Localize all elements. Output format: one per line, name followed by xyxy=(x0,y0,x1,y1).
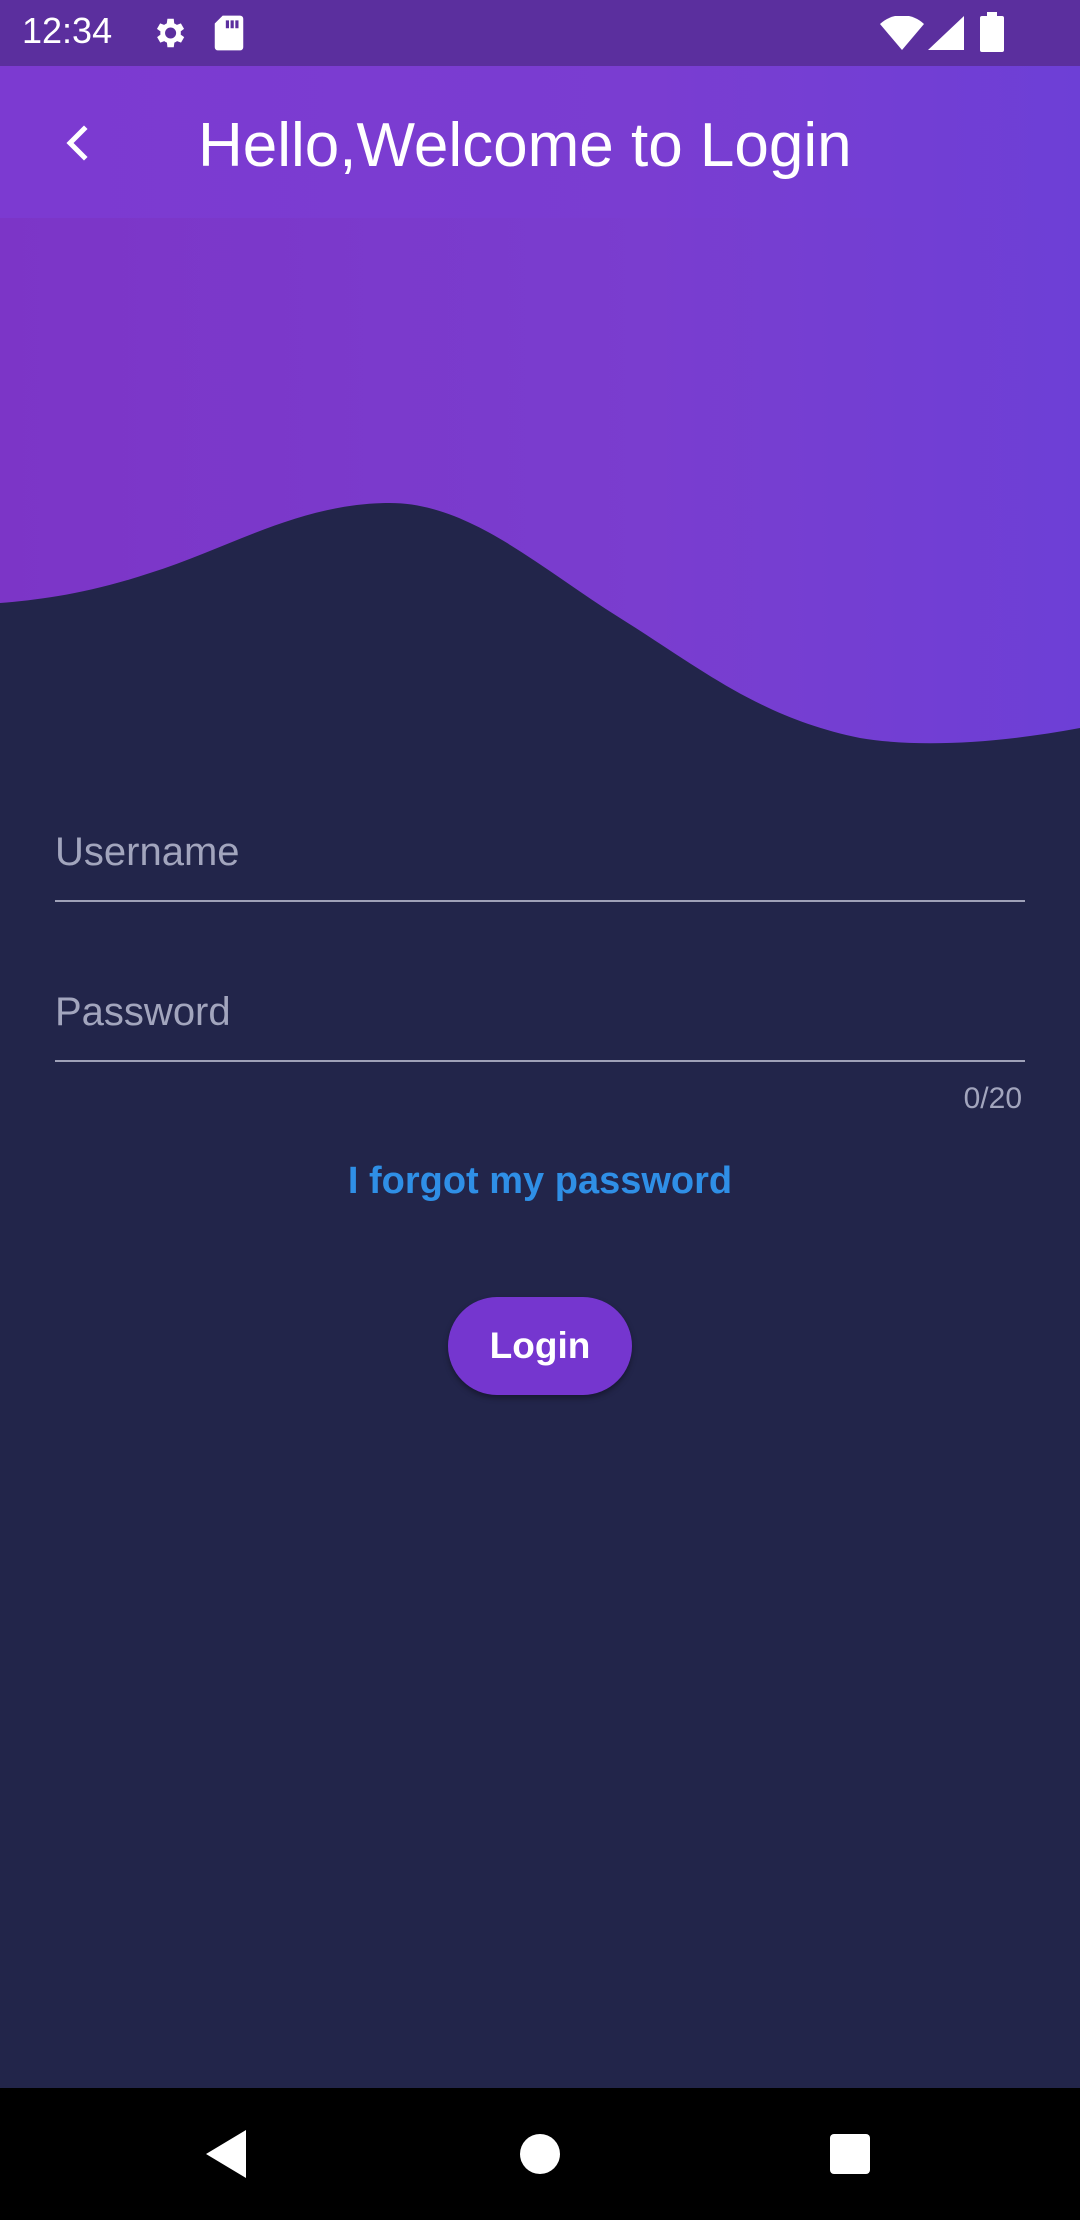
recents-square-icon xyxy=(818,2134,882,2190)
home-circle-icon xyxy=(508,2134,572,2190)
nav-back-button[interactable] xyxy=(196,2122,260,2186)
status-time: 12:34 xyxy=(22,10,113,51)
wifi-icon xyxy=(880,15,924,55)
settings-icon xyxy=(150,14,188,57)
forgot-password-link[interactable]: I forgot my password xyxy=(0,1160,1080,1203)
app-bar: Hello,Welcome to Login xyxy=(0,66,1080,218)
password-field[interactable] xyxy=(55,950,1025,1062)
status-bar: 12:34 xyxy=(0,0,1080,66)
nav-recents-button[interactable] xyxy=(818,2122,882,2186)
password-char-counter: 0/20 xyxy=(963,1082,1022,1115)
username-field[interactable] xyxy=(55,790,1025,902)
battery-icon xyxy=(980,12,1004,57)
sd-card-icon xyxy=(212,14,246,57)
login-button[interactable]: Login xyxy=(448,1297,632,1395)
nav-home-button[interactable] xyxy=(508,2122,572,2186)
navigation-bar xyxy=(0,2088,1080,2220)
password-input[interactable] xyxy=(55,982,1025,1042)
back-button[interactable] xyxy=(40,108,114,182)
username-input[interactable] xyxy=(55,822,1025,882)
back-triangle-icon xyxy=(196,2130,260,2190)
back-chevron-icon xyxy=(62,123,92,168)
header-wave xyxy=(0,218,1080,778)
signal-icon xyxy=(928,16,964,55)
page-title: Hello,Welcome to Login xyxy=(198,111,852,180)
